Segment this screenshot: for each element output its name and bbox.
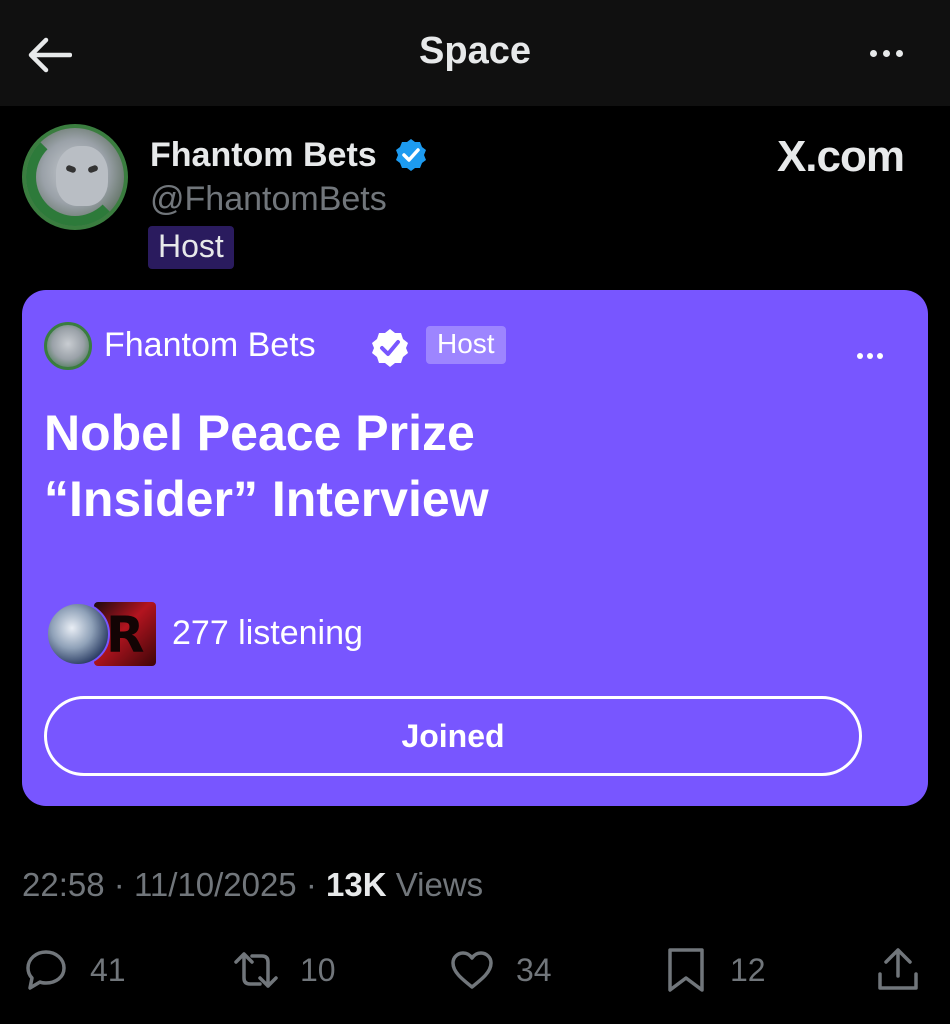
verified-badge-icon	[372, 329, 408, 367]
joined-button[interactable]: Joined	[44, 696, 862, 776]
like-count: 34	[516, 951, 552, 988]
author-handle[interactable]: @FhantomBets	[150, 180, 387, 219]
more-horizontal-icon	[869, 49, 877, 57]
card-host-avatar	[44, 322, 92, 370]
verified-badge-icon	[396, 139, 426, 171]
listener-avatar	[46, 602, 110, 666]
post-date: 11/10/2025	[133, 866, 297, 903]
post-meta: 22:58 · 11/10/2025 · 13K Views	[22, 866, 483, 904]
space-title-line1: Nobel Peace Prize	[44, 405, 475, 461]
repost-icon	[234, 952, 278, 988]
bookmark-button[interactable]: 12	[662, 940, 766, 1000]
space-title: Nobel Peace Prize “Insider” Interview	[44, 400, 884, 532]
listener-count: 277 listening	[172, 614, 363, 652]
host-badge: Host	[148, 226, 234, 269]
page-title: Space	[419, 30, 531, 72]
more-horizontal-icon	[857, 353, 863, 359]
watermark-logo: X.com	[776, 132, 905, 181]
repost-count: 10	[300, 951, 336, 988]
like-button[interactable]: 34	[448, 940, 552, 1000]
card-more-button[interactable]	[850, 346, 890, 366]
meta-separator: ·	[113, 866, 125, 903]
bookmark-icon	[668, 948, 704, 992]
card-host-badge: Host	[426, 326, 506, 364]
card-host-name: Fhantom Bets	[104, 326, 316, 364]
space-card[interactable]: Fhantom Bets Host Nobel Peace Prize “Ins…	[22, 290, 928, 806]
heart-icon	[451, 951, 493, 989]
bookmark-count: 12	[730, 951, 766, 988]
repost-button[interactable]: 10	[232, 940, 336, 1000]
top-bar: Space	[0, 0, 950, 106]
views-count[interactable]: 13K	[326, 866, 387, 903]
reply-button[interactable]: 41	[22, 940, 126, 1000]
reply-icon	[26, 950, 66, 990]
post-time: 22:58	[22, 866, 105, 903]
share-icon	[878, 948, 918, 990]
space-title-line2: “Insider” Interview	[44, 471, 489, 527]
author-avatar[interactable]	[22, 124, 128, 230]
reply-count: 41	[90, 951, 126, 988]
share-button[interactable]	[874, 940, 922, 1000]
more-options-button[interactable]	[862, 38, 910, 68]
action-bar: 41 10 34 12	[0, 940, 950, 1000]
meta-separator: ·	[305, 866, 317, 903]
views-label: Views	[395, 866, 484, 903]
author-name[interactable]: Fhantom Bets	[150, 136, 377, 175]
